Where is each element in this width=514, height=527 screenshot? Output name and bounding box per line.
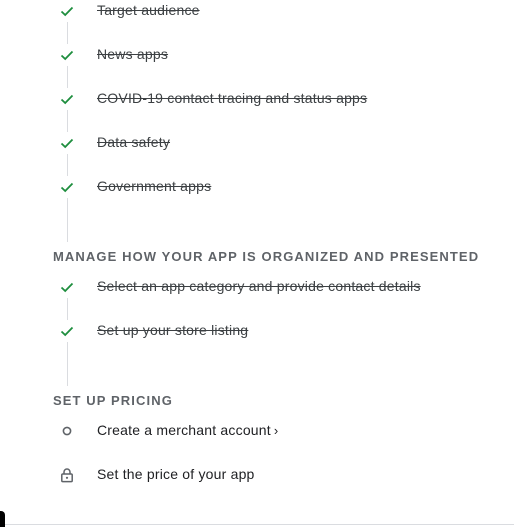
task-government-apps[interactable]: Government apps bbox=[0, 176, 514, 200]
check-icon bbox=[56, 132, 78, 154]
task-label: Set the price of your app bbox=[97, 466, 255, 482]
bottom-divider bbox=[0, 524, 514, 525]
check-icon bbox=[56, 176, 78, 198]
circle-icon bbox=[56, 420, 78, 442]
check-icon bbox=[56, 44, 78, 66]
task-label: Data safety bbox=[97, 134, 171, 150]
task-label: News apps bbox=[97, 46, 169, 62]
task-label: COVID-19 contact tracing and status apps bbox=[97, 90, 368, 106]
task-news-apps[interactable]: News apps bbox=[0, 44, 514, 68]
task-label: Select an app category and provide conta… bbox=[97, 278, 421, 294]
check-icon bbox=[56, 276, 78, 298]
task-covid-apps[interactable]: COVID-19 contact tracing and status apps bbox=[0, 88, 514, 112]
task-label: Government apps bbox=[97, 178, 212, 194]
chevron-right-icon: › bbox=[273, 423, 279, 438]
section-heading-manage: MANAGE HOW YOUR APP IS ORGANIZED AND PRE… bbox=[53, 249, 480, 264]
task-store-listing[interactable]: Set up your store listing bbox=[0, 320, 514, 344]
check-icon bbox=[56, 320, 78, 342]
task-set-price: Set the price of your app bbox=[0, 464, 514, 488]
task-label: Set up your store listing bbox=[97, 322, 249, 338]
check-icon bbox=[56, 88, 78, 110]
window-corner-edge bbox=[0, 511, 5, 527]
task-target-audience[interactable]: Target audience bbox=[0, 0, 514, 24]
section-heading-pricing: SET UP PRICING bbox=[53, 393, 173, 408]
task-label-text: Create a merchant account bbox=[97, 422, 271, 438]
progress-rail-top bbox=[67, 0, 68, 242]
task-app-category[interactable]: Select an app category and provide conta… bbox=[0, 276, 514, 300]
task-label: Target audience bbox=[97, 2, 200, 18]
task-data-safety[interactable]: Data safety bbox=[0, 132, 514, 156]
check-icon bbox=[56, 0, 78, 22]
task-label: Create a merchant account › bbox=[97, 422, 278, 439]
lock-icon bbox=[56, 464, 78, 486]
task-create-merchant-account[interactable]: Create a merchant account › bbox=[0, 420, 514, 444]
